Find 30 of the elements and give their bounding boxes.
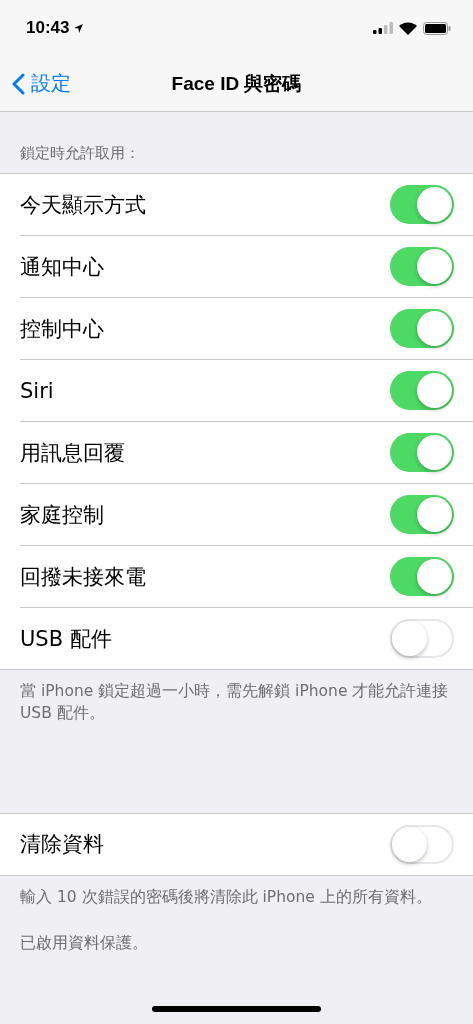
location-arrow-icon [73, 22, 85, 34]
battery-icon [423, 21, 451, 35]
footer-note: 已啟用資料保護。 [20, 933, 149, 955]
toggle-switch[interactable] [390, 247, 454, 286]
row-label: 清除資料 [20, 831, 104, 859]
row-label: 控制中心 [20, 315, 104, 343]
section-header: 鎖定時允許取用： [19, 144, 141, 164]
back-chevron-icon [12, 72, 25, 95]
row-label: 通知中心 [20, 253, 104, 281]
toggle-switch[interactable] [390, 371, 454, 410]
back-button[interactable]: 設定 [10, 68, 73, 99]
footer-note: 當 iPhone 鎖定超過一小時，需先解鎖 iPhone 才能允許連接 USB 配件。 [20, 681, 450, 725]
toggle-switch[interactable] [390, 824, 454, 864]
row-label: Siri [20, 378, 54, 403]
signal-icon [373, 22, 393, 34]
toggle-switch[interactable] [390, 495, 454, 534]
row-label: USB 配件 [20, 625, 112, 653]
toggle-switch[interactable] [390, 557, 454, 596]
wifi-icon [399, 21, 417, 35]
row-label: 用訊息回覆 [20, 439, 125, 467]
status-time: 10:43 [26, 18, 70, 38]
toggle-switch[interactable] [390, 619, 454, 658]
row-label: 回撥未接來電 [20, 563, 146, 591]
toggle-switch[interactable] [390, 185, 454, 224]
footer-note: 輸入 10 次錯誤的密碼後將清除此 iPhone 上的所有資料。 [20, 886, 433, 908]
toggle-switch[interactable] [390, 433, 454, 472]
toggle-switch[interactable] [390, 309, 454, 348]
nav-title: Face ID 與密碼 [171, 71, 302, 96]
row-label: 家庭控制 [20, 501, 104, 529]
row-label: 今天顯示方式 [20, 191, 146, 219]
